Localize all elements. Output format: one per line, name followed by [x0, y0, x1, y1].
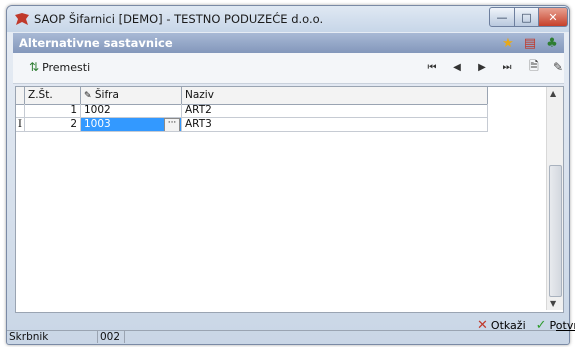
move-icon: ⇅ — [29, 60, 40, 74]
maximize-icon: □ — [521, 10, 532, 24]
scroll-down-icon[interactable]: ▼ — [550, 299, 556, 308]
scroll-up-icon[interactable]: ▲ — [550, 89, 556, 98]
cell-zst[interactable]: 2 — [25, 118, 81, 132]
minimize-icon: — — [496, 10, 508, 24]
cell-naziv[interactable]: ART2 — [182, 104, 488, 118]
table-row[interactable]: I 2 1003 ··· ART3 — [16, 118, 488, 132]
app-window: SAOP Šifarnici [DEMO] - TESTNO PODUZEĆE … — [6, 5, 575, 345]
toolbar: ⇅ Premesti ⏮ ◀ ▶ ⏭ 🗎 ✎ — [13, 53, 564, 84]
first-record-icon[interactable]: ⏮ — [426, 61, 438, 73]
next-record-icon[interactable]: ▶ — [476, 61, 488, 73]
cell-sifra-value: 1003 — [84, 118, 111, 130]
table-row[interactable]: 1 1002 ART2 — [16, 104, 488, 118]
column-header-naziv[interactable]: Naziv — [182, 87, 488, 104]
new-record-icon[interactable]: 🗎 — [527, 59, 541, 74]
column-header-zst[interactable]: Z.Št. — [25, 87, 81, 104]
status-bar: Skrbnik 002 — [7, 330, 556, 343]
scrollbar-thumb[interactable] — [549, 165, 562, 297]
cell-sifra-editing[interactable]: 1003 ··· — [81, 118, 182, 132]
row-edit-indicator: I — [16, 118, 25, 132]
title-bar: SAOP Šifarnici [DEMO] - TESTNO PODUZEĆE … — [7, 6, 569, 32]
previous-record-icon[interactable]: ◀ — [451, 61, 463, 73]
column-header-sifra[interactable]: ✎ Šifra — [81, 87, 182, 104]
row-indicator — [16, 104, 25, 118]
close-icon: ✕ — [548, 10, 558, 24]
minimize-button[interactable]: — — [489, 7, 515, 27]
window-title: SAOP Šifarnici [DEMO] - TESTNO PODUZEĆE … — [34, 12, 324, 26]
edit-record-icon[interactable]: ✎ — [551, 60, 565, 74]
grid-header: Z.Št. ✎ Šifra Naziv — [16, 87, 488, 105]
status-filler — [125, 330, 556, 343]
maximize-button[interactable]: □ — [514, 7, 539, 27]
document-pdf-icon[interactable]: ▤ — [522, 35, 538, 51]
last-record-icon[interactable]: ⏭ — [501, 61, 513, 73]
app-logo-icon — [15, 13, 29, 25]
data-grid: Z.Št. ✎ Šifra Naziv 1 1002 ART2 I 2 1003… — [15, 86, 564, 313]
close-button[interactable]: ✕ — [538, 7, 568, 27]
vertical-scrollbar[interactable]: ▲ ▼ — [546, 87, 563, 310]
status-label: Skrbnik — [7, 330, 98, 343]
cell-sifra[interactable]: 1002 — [81, 104, 182, 118]
premesti-button[interactable]: ⇅ Premesti — [29, 60, 90, 74]
star-icon[interactable]: ★ — [500, 35, 516, 51]
cell-naziv[interactable]: ART3 — [182, 118, 488, 132]
panel-title: Alternativne sastavnice — [19, 36, 173, 50]
row-indicator-header — [16, 87, 25, 104]
pencil-icon: ✎ — [84, 91, 92, 101]
premesti-label: Premesti — [42, 60, 91, 74]
tree-icon[interactable]: ♣ — [544, 35, 560, 51]
panel-header: Alternativne sastavnice ★ ▤ ♣ — [13, 33, 564, 53]
cell-zst[interactable]: 1 — [25, 104, 81, 118]
column-header-sifra-label: Šifra — [94, 89, 119, 101]
lookup-button[interactable]: ··· — [164, 118, 180, 131]
status-value: 002 — [98, 330, 125, 343]
